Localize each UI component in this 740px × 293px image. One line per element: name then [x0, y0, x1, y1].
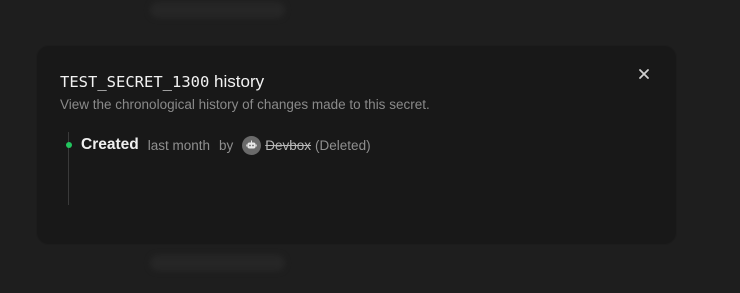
background-placeholder — [150, 2, 285, 18]
actor-status: (Deleted) — [315, 137, 371, 153]
close-icon — [639, 69, 649, 79]
timeline-dot — [66, 142, 72, 148]
modal-subtitle: View the chronological history of change… — [60, 97, 430, 112]
secret-name: TEST_SECRET_1300 — [60, 73, 210, 91]
event-by-label: by — [219, 137, 234, 153]
history-event: Created last month by Devbox (Deleted) — [81, 134, 371, 156]
background-placeholder — [150, 255, 285, 271]
modal-title: TEST_SECRET_1300 history — [60, 71, 264, 93]
event-type: Created — [81, 136, 139, 153]
title-suffix: history — [214, 72, 265, 91]
actor-name: Devbox — [265, 137, 312, 153]
robot-icon — [246, 140, 257, 149]
actor-avatar — [242, 135, 262, 155]
secret-history-modal: TEST_SECRET_1300 history View the chrono… — [37, 46, 676, 244]
close-button[interactable] — [636, 66, 652, 82]
event-time: last month — [147, 137, 210, 153]
